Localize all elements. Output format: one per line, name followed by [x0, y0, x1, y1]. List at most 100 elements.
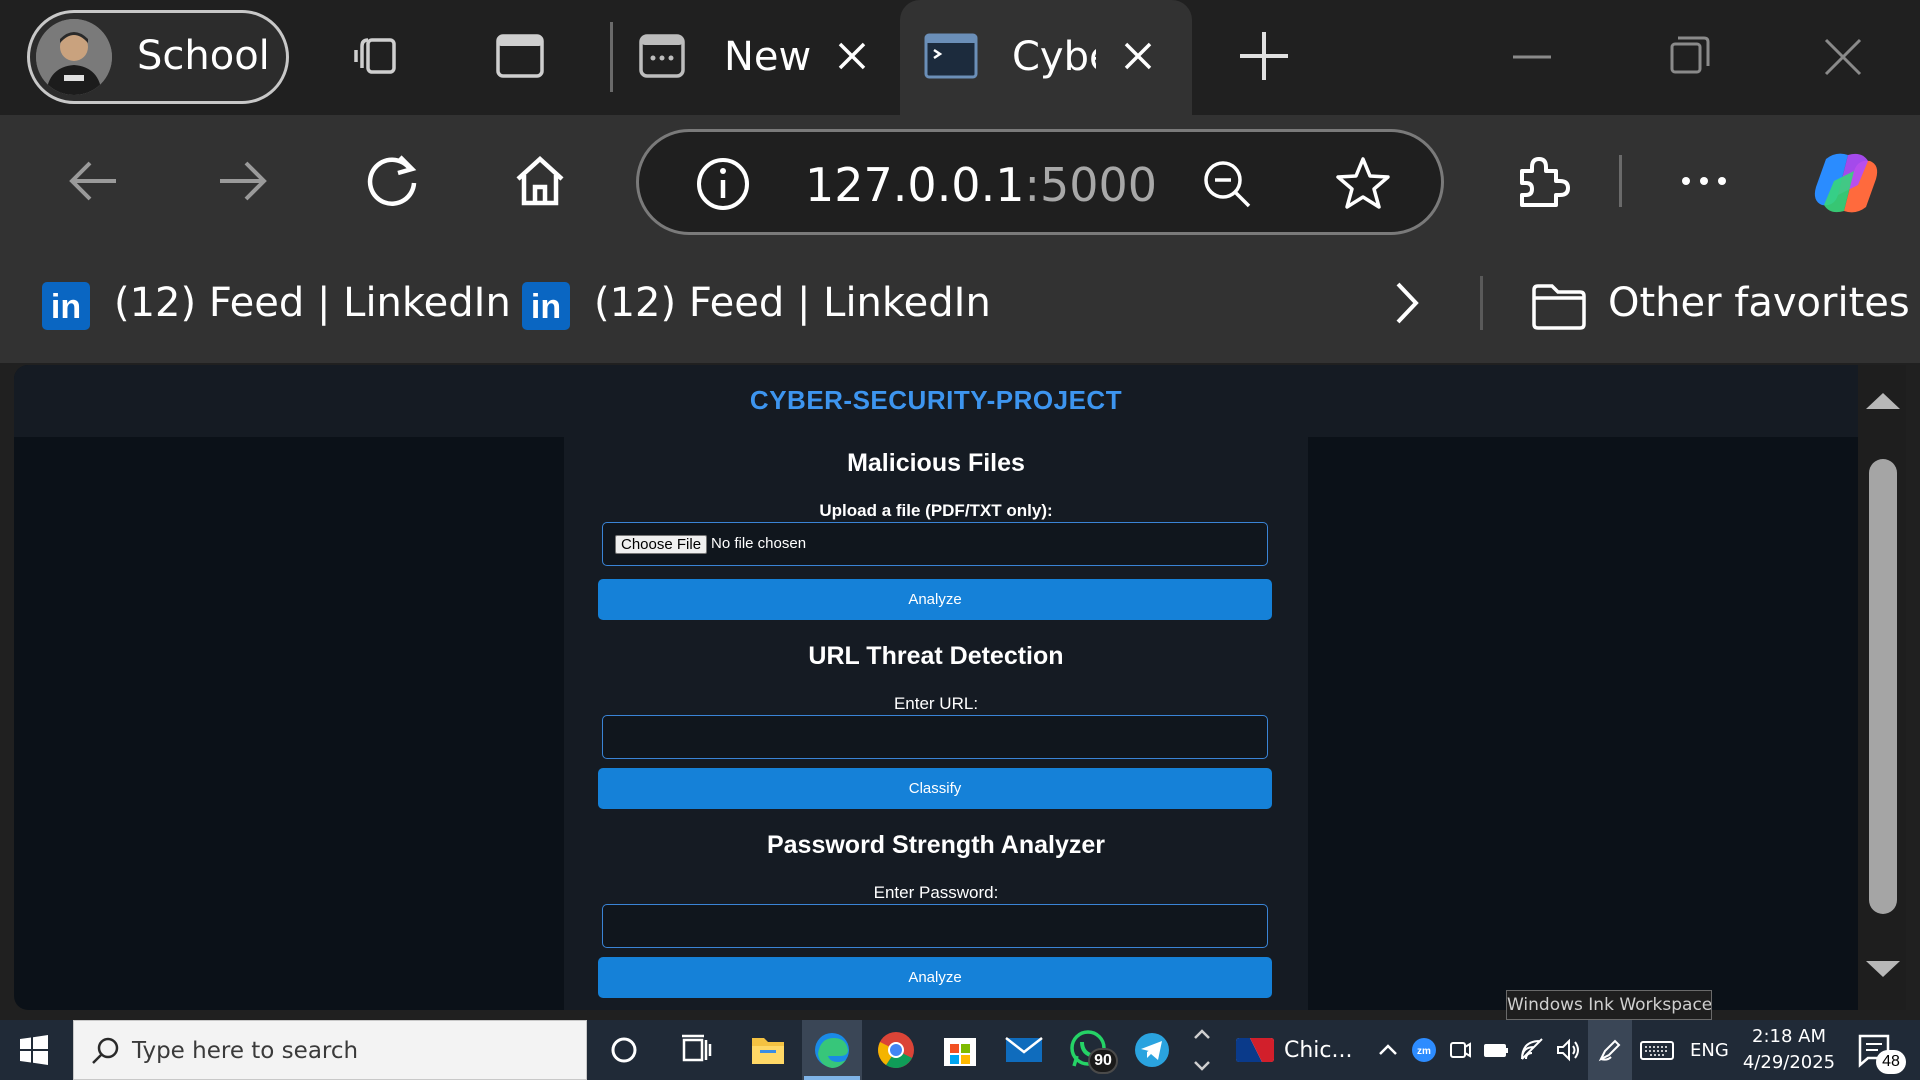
clock[interactable]: 2:18 AM 4/29/2025 — [1734, 1024, 1844, 1076]
page-viewport: CYBER-SECURITY-PROJECT Malicious Files U… — [14, 365, 1858, 1010]
scroll-thumb[interactable] — [1869, 459, 1897, 914]
close-window-icon[interactable] — [1816, 30, 1870, 84]
linkedin-icon: in — [522, 282, 570, 330]
scroll-down-arrow-icon[interactable] — [1866, 961, 1900, 977]
restore-icon[interactable] — [1662, 30, 1716, 84]
extensions-icon[interactable] — [1508, 149, 1572, 213]
chevron-right-icon[interactable] — [1384, 278, 1428, 328]
tools-panel: Malicious Files Upload a file (PDF/TXT o… — [564, 437, 1308, 1010]
minimize-icon[interactable] — [1505, 30, 1559, 84]
show-hidden-icons-chevron-icon[interactable] — [1375, 1037, 1401, 1063]
browser-tab-bar: School New Cybe — [0, 0, 1920, 115]
refresh-icon[interactable] — [360, 149, 424, 213]
password-input[interactable] — [602, 904, 1268, 948]
tab-divider — [610, 22, 613, 92]
language-indicator[interactable]: ENG — [1690, 1040, 1729, 1061]
taskbar-search-box[interactable]: Type here to search — [73, 1020, 587, 1080]
pen-ink-icon — [1598, 1039, 1621, 1062]
mail-icon[interactable] — [1002, 1028, 1046, 1072]
favorite-link[interactable]: in (12) Feed | LinkedIn — [522, 278, 991, 334]
password-field-label: Enter Password: — [873, 883, 999, 902]
site-title: CYBER-SECURITY-PROJECT — [749, 385, 1123, 415]
url-input[interactable] — [602, 715, 1268, 759]
favorite-label: (12) Feed | LinkedIn — [594, 280, 991, 326]
favorite-link[interactable]: in (12) Feed | LinkedIn — [42, 278, 511, 334]
password-heading: Password Strength Analyzer — [766, 831, 1106, 859]
scroll-up-arrow-icon[interactable] — [1866, 393, 1900, 409]
forward-arrow-icon[interactable] — [210, 149, 274, 213]
toolbar-separator — [1619, 155, 1622, 207]
favorites-bar: in (12) Feed | LinkedIn in (12) Feed | L… — [0, 248, 1920, 363]
linkedin-icon: in — [42, 282, 90, 330]
battery-icon[interactable] — [1483, 1037, 1509, 1063]
url-port: :5000 — [1024, 158, 1158, 212]
back-arrow-icon[interactable] — [62, 149, 126, 213]
new-tab-plus-icon[interactable] — [1236, 28, 1292, 84]
file-upload-label: Upload a file (PDF/TXT only): — [819, 501, 1053, 520]
clock-time: 2:18 AM — [1752, 1026, 1826, 1047]
page-scrollbar[interactable] — [1858, 365, 1906, 1010]
tab-label: New — [724, 34, 812, 80]
mlb-news-icon[interactable] — [1236, 1038, 1274, 1062]
scroll-taskbar-arrows-icon[interactable] — [1190, 1024, 1214, 1076]
news-widget-label[interactable]: Chic... — [1284, 1038, 1353, 1063]
analyze-file-button[interactable]: Analyze — [598, 579, 1272, 620]
zoom-app-icon[interactable]: zm — [1411, 1037, 1437, 1063]
profile-avatar — [36, 19, 112, 95]
site-header: CYBER-SECURITY-PROJECT — [14, 365, 1858, 437]
home-icon[interactable] — [508, 149, 572, 213]
browser-toolbar: 127.0.0.1:5000 — [0, 115, 1920, 248]
favorites-separator — [1480, 276, 1483, 330]
chrome-icon[interactable] — [874, 1028, 918, 1072]
other-favorites-label: Other favorites — [1608, 280, 1910, 326]
ink-workspace-button[interactable] — [1588, 1020, 1632, 1080]
whatsapp-unread-badge: 90 — [1088, 1048, 1118, 1074]
windows-taskbar: Type here to search 90 Chic... zm ENG 2:… — [0, 1020, 1920, 1080]
file-status: No file chosen — [711, 535, 807, 552]
close-tab-icon[interactable] — [832, 36, 872, 76]
copilot-icon[interactable] — [1808, 145, 1884, 221]
telegram-icon[interactable] — [1130, 1028, 1174, 1072]
site-info-icon[interactable] — [695, 156, 751, 212]
classify-url-button[interactable]: Classify — [598, 768, 1272, 809]
analyze-password-button[interactable]: Analyze — [598, 957, 1272, 998]
tab-label: Cybe — [1012, 34, 1096, 80]
file-upload-input[interactable]: Choose File No file chosen — [602, 522, 1268, 566]
favorite-star-icon[interactable] — [1333, 154, 1393, 214]
file-explorer-icon[interactable] — [746, 1028, 790, 1072]
workspaces-icon[interactable] — [350, 28, 406, 84]
clock-date: 4/29/2025 — [1742, 1052, 1836, 1073]
tab-cyber-security[interactable]: Cybe — [900, 0, 1192, 115]
url-field-label: Enter URL: — [893, 694, 979, 713]
windows-start-icon[interactable] — [18, 1034, 50, 1066]
folder-icon — [1532, 284, 1586, 330]
svg-text:zm: zm — [1417, 1046, 1431, 1057]
vertical-tabs-icon[interactable] — [492, 28, 548, 84]
edge-taskbar-button[interactable] — [802, 1020, 862, 1080]
url-text[interactable]: 127.0.0.1:5000 — [805, 158, 1157, 212]
camera-icon[interactable] — [1447, 1037, 1473, 1063]
zoom-out-icon[interactable] — [1199, 156, 1255, 212]
more-options-icon[interactable] — [1672, 149, 1736, 213]
task-view-icon[interactable] — [674, 1028, 718, 1072]
profile-button[interactable]: School — [27, 10, 289, 104]
touch-keyboard-icon[interactable] — [1640, 1037, 1674, 1063]
microsoft-store-icon[interactable] — [938, 1028, 982, 1072]
volume-icon[interactable] — [1555, 1037, 1581, 1063]
search-placeholder: Type here to search — [132, 1038, 359, 1064]
other-favorites-button[interactable]: Other favorites — [1530, 278, 1910, 334]
tab-new[interactable]: New — [630, 0, 890, 115]
choose-file-button[interactable]: Choose File — [615, 535, 708, 554]
malicious-files-heading: Malicious Files — [847, 449, 1025, 477]
profile-label: School — [137, 33, 270, 79]
url-host: 127.0.0.1 — [805, 158, 1025, 212]
wifi-icon[interactable] — [1519, 1037, 1545, 1063]
edge-browser-icon — [815, 1033, 849, 1068]
new-tab-page-icon — [639, 34, 685, 78]
url-threat-heading: URL Threat Detection — [808, 642, 1064, 670]
address-bar[interactable]: 127.0.0.1:5000 — [636, 129, 1444, 235]
search-icon — [92, 1037, 119, 1064]
cortana-icon[interactable] — [602, 1028, 646, 1072]
close-tab-icon[interactable] — [1118, 36, 1158, 76]
active-indicator — [804, 1076, 860, 1080]
